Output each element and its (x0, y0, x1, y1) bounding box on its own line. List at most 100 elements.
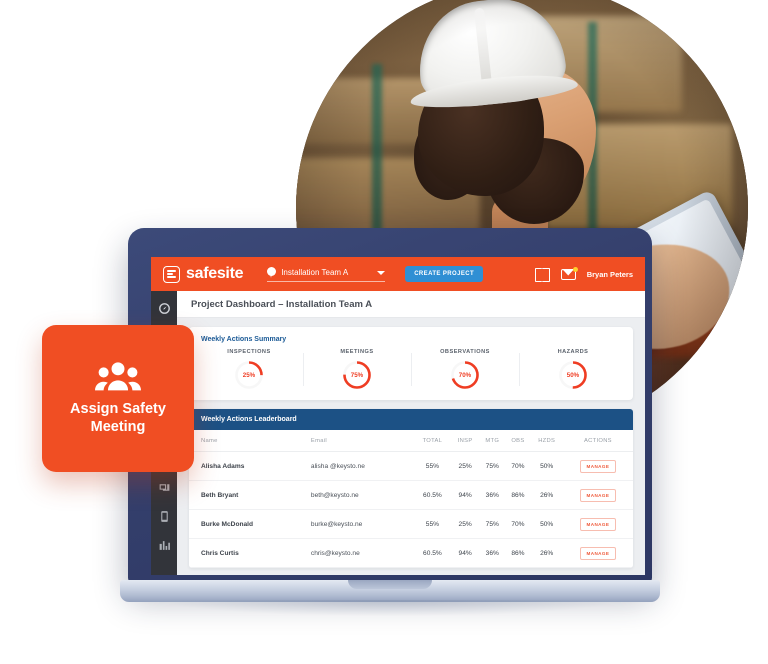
location-pin-icon (267, 266, 277, 279)
cell-value: 94% (451, 538, 480, 568)
metric-label: INSPECTIONS (227, 349, 271, 355)
laptop-lid: safesite Installation Team A CREATE PROJ… (128, 228, 652, 583)
page-title-bar: Project Dashboard – Installation Team A (177, 291, 645, 318)
cell-email: chris@keysto.ne (310, 538, 414, 568)
topbar-actions: Bryan Peters (534, 266, 633, 282)
mail-icon[interactable] (560, 266, 578, 280)
sidebar-item-photos[interactable] (158, 481, 171, 494)
donut-value: 25% (242, 371, 256, 379)
app-content: Project Dashboard – Installation Team A … (177, 291, 645, 575)
badge-label: Assign Safety Meeting (70, 400, 166, 436)
cell-value: 75% (479, 451, 506, 481)
cell-actions: MANAGE (562, 538, 633, 568)
weekly-actions-leaderboard-card: Weekly Actions Leaderboard Name Email TOTA… (189, 409, 633, 568)
sidebar-item-dashboard[interactable] (158, 302, 171, 315)
metric-hazards: HAZARDS 50% (519, 349, 627, 390)
donut-gauge: 25% (234, 360, 264, 390)
app-body: Project Dashboard – Installation Team A … (151, 291, 645, 575)
cell-value: 55% (413, 451, 452, 481)
app-topbar: safesite Installation Team A CREATE PROJ… (151, 257, 645, 291)
column-header-hzds: HZDS (530, 430, 563, 452)
cell-actions: MANAGE (562, 451, 633, 481)
table-row: Chris Curtis chris@keysto.ne 60.5% 94% 36% 86… (189, 538, 633, 568)
metric-label: HAZARDS (557, 349, 589, 355)
promo-composition: safesite Installation Team A CREATE PROJ… (0, 0, 768, 664)
user-name[interactable]: Bryan Peters (587, 270, 633, 279)
cell-actions: MANAGE (562, 480, 633, 510)
assign-safety-meeting-badge[interactable]: Assign Safety Meeting (42, 325, 194, 472)
column-header-obs: OBS (505, 430, 531, 452)
cell-value: 75% (479, 509, 506, 539)
manage-button[interactable]: MANAGE (579, 517, 617, 531)
table-row: Burke McDonald burke@keysto.ne 55% 25% 75% 70… (189, 509, 633, 539)
donut-gauge: 50% (558, 360, 588, 390)
cell-value: 94% (451, 480, 480, 510)
cell-value: 26% (530, 538, 563, 568)
laptop-mockup: safesite Installation Team A CREATE PROJ… (120, 228, 660, 628)
cell-email: alisha @keysto.ne (310, 451, 414, 481)
cell-value: 70% (505, 451, 531, 481)
cell-value: 26% (530, 480, 563, 510)
manage-button[interactable]: MANAGE (579, 488, 617, 502)
cell-name: Alisha Adams (189, 451, 311, 481)
manage-button[interactable]: MANAGE (579, 546, 617, 560)
laptop-screen: safesite Installation Team A CREATE PROJ… (151, 257, 645, 575)
donut-gauge: 75% (342, 360, 372, 390)
table-head: Name Email TOTAL INSP MTG OBS HZDS ACTIONS (189, 430, 633, 452)
cell-value: 55% (413, 509, 452, 539)
cell-value: 86% (505, 538, 531, 568)
cell-value: 70% (505, 509, 531, 539)
cell-actions: MANAGE (562, 509, 633, 539)
metric-label: OBSERVATIONS (440, 349, 490, 355)
badge-line-2: Meeting (90, 419, 146, 435)
manage-button[interactable]: MANAGE (579, 459, 617, 473)
cell-value: 36% (479, 480, 506, 510)
donut-value: 50% (566, 371, 580, 379)
laptop-shadow (168, 600, 612, 616)
people-group-icon (95, 361, 141, 391)
project-selector[interactable]: Installation Team A (267, 266, 386, 282)
donut-value: 75% (350, 371, 364, 379)
column-header-mtg: MTG (479, 430, 506, 452)
cell-value: 60.5% (413, 480, 452, 510)
sidebar-item-analytics[interactable] (158, 539, 171, 552)
metric-inspections: INSPECTIONS 25% (195, 349, 303, 390)
table-row: Alisha Adams alisha @keysto.ne 55% 25% 75% 70… (189, 451, 633, 481)
leaderboard-table: Name Email TOTAL INSP MTG OBS HZDS ACTIONS Alis… (189, 430, 633, 568)
cell-email: burke@keysto.ne (310, 509, 414, 539)
cell-value: 50% (530, 451, 563, 481)
cell-value: 86% (505, 480, 531, 510)
laptop-base (120, 580, 660, 602)
table-header-row: Name Email TOTAL INSP MTG OBS HZDS ACTIONS (189, 430, 633, 452)
safesite-logo-icon (163, 265, 180, 283)
project-selector-value: Installation Team A (281, 268, 349, 277)
brand-name: safesite (186, 265, 244, 282)
badge-line-1: Assign Safety (70, 400, 166, 417)
cell-name: Chris Curtis (189, 538, 311, 568)
leaderboard-heading: Weekly Actions Leaderboard (189, 409, 633, 430)
column-header-insp: INSP (451, 430, 480, 452)
page-title: Project Dashboard – Installation Team A (191, 298, 373, 310)
cell-value: 50% (530, 509, 563, 539)
cell-value: 36% (479, 538, 506, 568)
cell-value: 25% (451, 509, 480, 539)
donut-gauge: 70% (450, 360, 480, 390)
column-header-name: Name (189, 430, 311, 452)
sidebar-item-mobile[interactable] (158, 510, 171, 523)
chevron-down-icon (377, 270, 386, 275)
brand-logo[interactable]: safesite (163, 265, 244, 283)
book-icon[interactable] (534, 268, 550, 282)
metrics-row: INSPECTIONS 25% MEETINGS 75% OBSERVATIONS 70%… (189, 345, 633, 400)
summary-heading: Weekly Actions Summary (201, 336, 287, 343)
cell-name: Beth Bryant (189, 480, 311, 510)
weekly-actions-summary-card: Weekly Actions Summary INSPECTIONS 25% MEE… (189, 327, 633, 400)
cell-name: Burke McDonald (189, 509, 311, 539)
cell-value: 60.5% (413, 538, 452, 568)
metric-meetings: MEETINGS 75% (303, 349, 411, 390)
table-row: Beth Bryant beth@keysto.ne 60.5% 94% 36% 86% 2… (189, 480, 633, 510)
create-project-button[interactable]: CREATE PROJECT (405, 266, 484, 282)
column-header-actions: ACTIONS (562, 430, 633, 452)
donut-value: 70% (458, 371, 472, 379)
cell-email: beth@keysto.ne (310, 480, 414, 510)
metric-observations: OBSERVATIONS 70% (411, 349, 519, 390)
